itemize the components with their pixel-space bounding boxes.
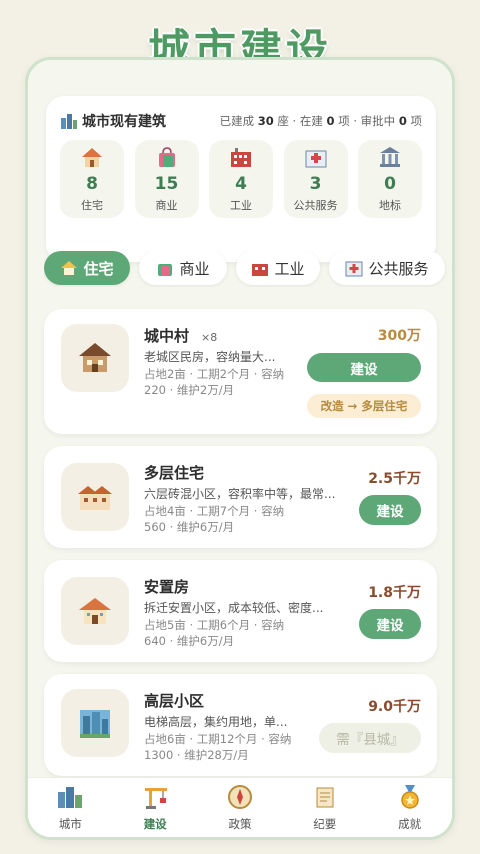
building-thumbnail — [61, 577, 129, 645]
bottom-navigation: 城市 建设 政策 纪要 成就 — [28, 777, 452, 837]
building-price: 9.0千万 — [368, 699, 421, 715]
house-icon — [79, 598, 111, 624]
nav-build[interactable]: 建设 — [113, 778, 198, 837]
stat-landmark: 0 地标 — [358, 140, 422, 218]
factory-icon — [231, 148, 251, 167]
owned-count: ×8 — [201, 331, 218, 344]
building-price: 300万 — [377, 328, 421, 344]
building-count: 0 — [326, 114, 335, 128]
stat-commercial: 15 商业 — [134, 140, 199, 218]
stat-industrial: 4 工业 — [209, 140, 273, 218]
building-description: 拆迁安置小区，成本较低、密度... — [144, 601, 324, 615]
building-name: 城中村 ×8 — [144, 327, 218, 345]
compass-icon — [227, 785, 252, 809]
building-description: 电梯高层，集约用地，单... — [144, 715, 288, 729]
build-button[interactable]: 建设 — [307, 353, 421, 382]
building-description: 老城区民房，容纳量大... — [144, 350, 276, 364]
build-button[interactable]: 建设 — [359, 495, 421, 525]
building-summary-card: 城市现有建筑 已建成 30 座 · 在建 0 项 · 审批中 0 项 8 住宅 — [46, 96, 436, 262]
nav-city[interactable]: 城市 — [28, 778, 113, 837]
building-thumbnail — [61, 689, 129, 757]
locked-requirement-button[interactable]: 需『县城』 — [319, 723, 421, 753]
building-name: 安置房 — [144, 578, 190, 596]
building-card-mid-rise: 多层住宅 六层砖混小区，容积率中等，最常... 占地4亩 · 工期7个月 · 容… — [44, 446, 437, 548]
skyscraper-icon — [80, 710, 110, 738]
building-name: 多层住宅 — [144, 464, 205, 482]
building-price: 1.8千万 — [368, 585, 421, 601]
factory-icon — [252, 264, 269, 276]
stat-public-service: 3 公共服务 — [283, 140, 348, 218]
building-card-resettlement: 安置房 拆迁安置小区，成本较低、密度... 占地5亩 · 工期6个月 · 容纳6… — [44, 560, 437, 662]
building-name: 高层小区 — [144, 692, 205, 710]
construction-status: 已建成 30 座 · 在建 0 项 · 审批中 0 项 — [219, 114, 422, 128]
medal-icon — [400, 785, 419, 809]
nav-achievements[interactable]: 成就 — [367, 778, 452, 837]
shopping-bag-icon — [158, 147, 175, 167]
summary-title: 城市现有建筑 — [82, 114, 166, 130]
main-panel: 城市现有建筑 已建成 30 座 · 在建 0 项 · 审批中 0 项 8 住宅 — [25, 57, 455, 840]
tab-commercial[interactable]: 商业 — [139, 251, 227, 285]
landmark-icon — [380, 147, 400, 167]
approving-count: 0 — [398, 114, 407, 128]
building-meta: 占地2亩 · 工期2个月 · 容纳220 · 维护2万/月 — [144, 367, 285, 397]
building-thumbnail — [61, 324, 129, 392]
house-icon — [61, 261, 78, 275]
hospital-icon — [345, 261, 363, 277]
house-icon — [82, 148, 102, 167]
building-price: 2.5千万 — [368, 471, 421, 487]
upgrade-button[interactable]: 改造 → 多层住宅 — [307, 394, 421, 418]
hospital-icon — [305, 150, 326, 168]
building-thumbnail — [61, 463, 129, 531]
building-card-high-rise: 高层小区 电梯高层，集约用地，单... 占地6亩 · 工期12个月 · 容纳13… — [44, 674, 437, 776]
stat-residential: 8 住宅 — [60, 140, 124, 218]
city-icon — [58, 787, 83, 808]
category-tabs: 住宅 商业 工业 公共服务 — [44, 251, 452, 287]
building-description: 六层砖混小区，容积率中等，最常... — [144, 487, 336, 501]
category-stats: 8 住宅 15 商业 4 工业 3 公共服务 0 地标 — [60, 140, 422, 218]
crane-icon — [145, 788, 168, 809]
shopping-bag-icon — [158, 264, 173, 276]
build-button[interactable]: 建设 — [359, 609, 421, 639]
building-meta: 占地6亩 · 工期12个月 · 容纳1300 · 维护28万/月 — [144, 732, 292, 762]
city-icon — [61, 114, 77, 129]
built-count: 30 — [257, 114, 274, 128]
scroll-icon — [316, 787, 334, 808]
residential-building-icon — [78, 486, 112, 510]
building-meta: 占地4亩 · 工期7个月 · 容纳560 · 维护6万/月 — [144, 504, 285, 534]
summary-header: 城市现有建筑 已建成 30 座 · 在建 0 项 · 审批中 0 项 — [60, 110, 422, 132]
nav-records[interactable]: 纪要 — [282, 778, 367, 837]
tab-public-service[interactable]: 公共服务 — [329, 251, 445, 285]
tab-industrial[interactable]: 工业 — [236, 251, 320, 285]
building-meta: 占地5亩 · 工期6个月 · 容纳640 · 维护6万/月 — [144, 618, 285, 648]
nav-policy[interactable]: 政策 — [198, 778, 283, 837]
tab-residential[interactable]: 住宅 — [44, 251, 130, 285]
building-card-urban-village: 城中村 ×8 老城区民房，容纳量大... 占地2亩 · 工期2个月 · 容纳220… — [44, 309, 437, 434]
old-house-icon — [79, 343, 111, 372]
